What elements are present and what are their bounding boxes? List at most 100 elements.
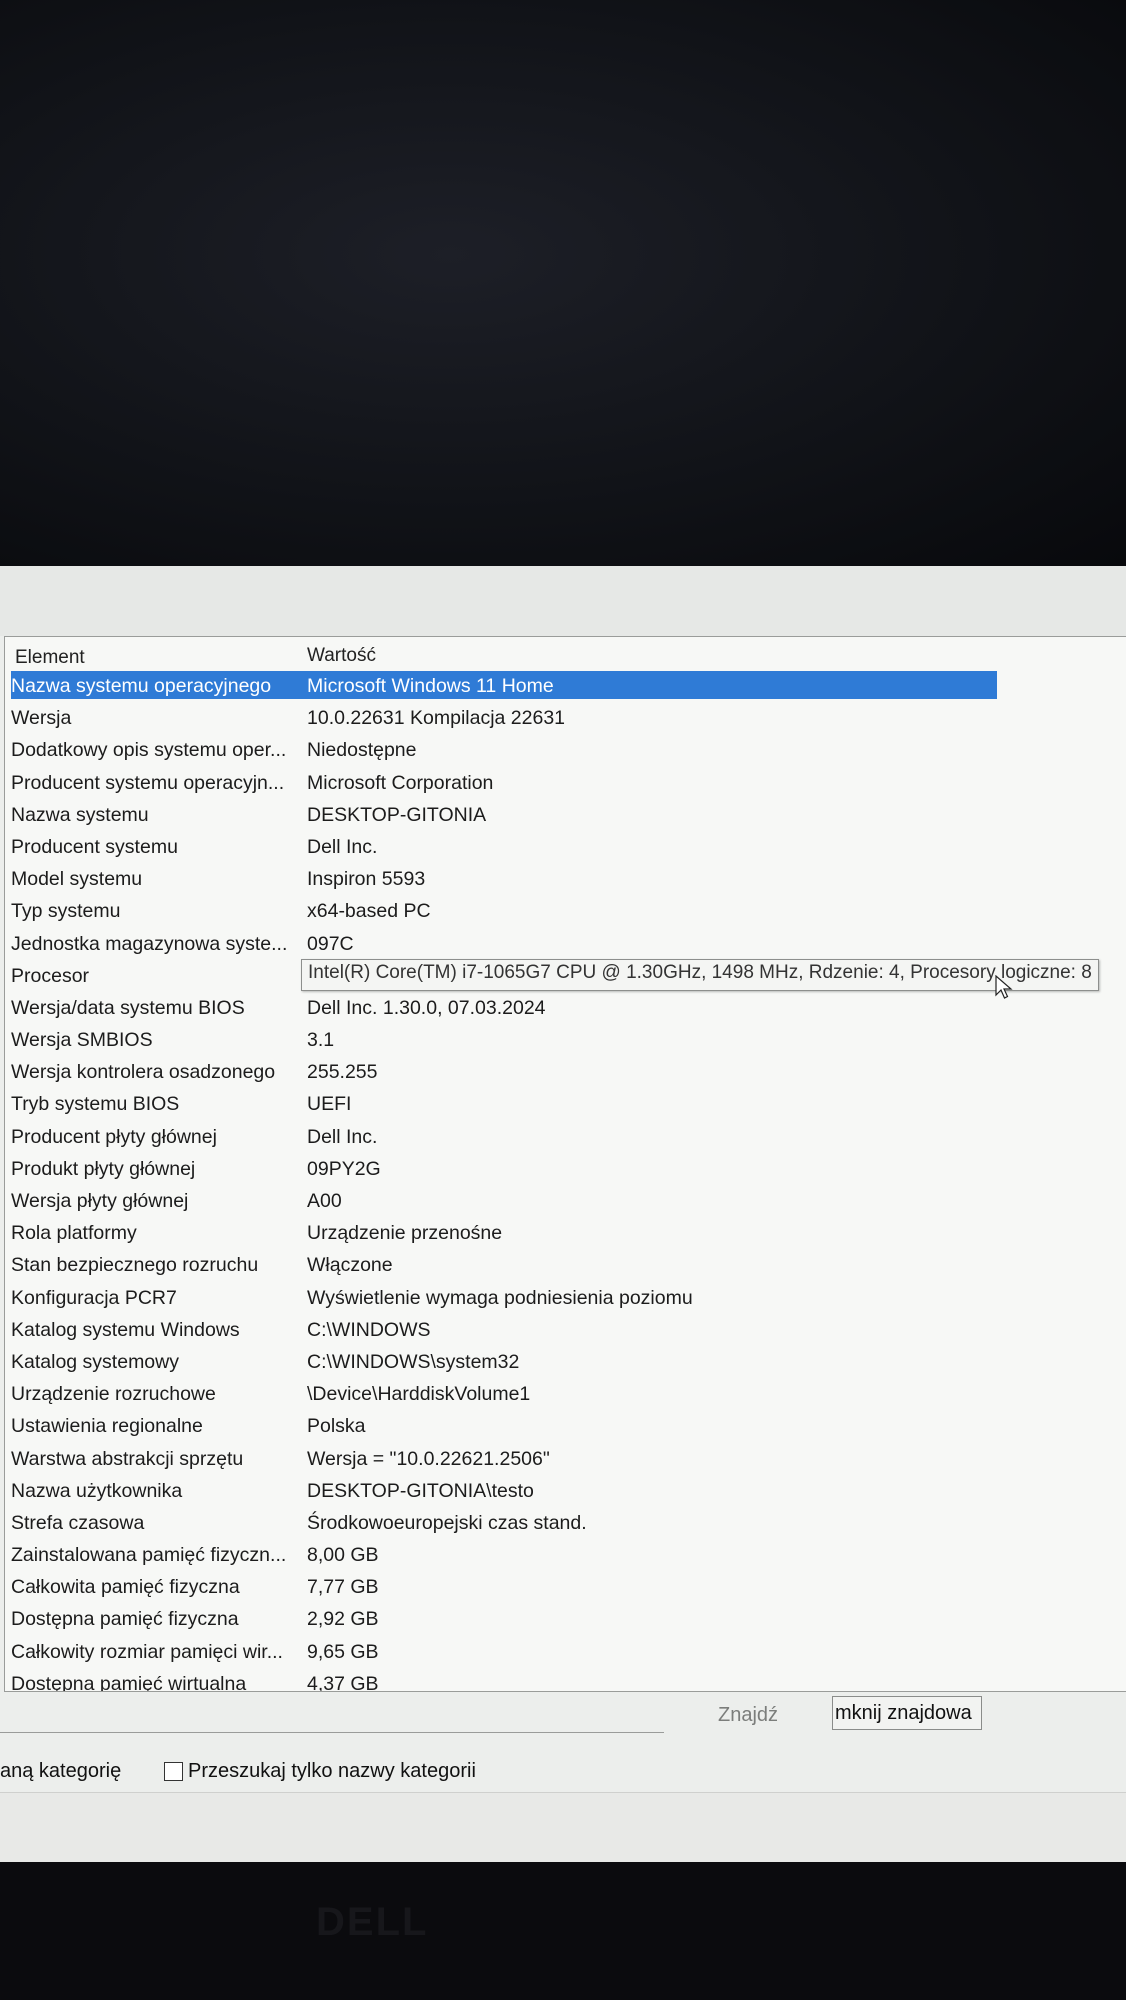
- list-row[interactable]: Całkowity rozmiar pamięci wir... 9,65 GB: [5, 1637, 1126, 1669]
- find-what-input[interactable]: [0, 1698, 664, 1733]
- row-value-tooltip: Intel(R) Core(TM) i7-1065G7 CPU @ 1.30GH…: [301, 958, 1099, 991]
- list-row[interactable]: Nazwa systemu DESKTOP-GITONIA: [5, 800, 1126, 832]
- list-row[interactable]: Producent systemu operacyjn... Microsoft …: [5, 768, 1126, 800]
- row-value: Inspiron 5593: [307, 868, 426, 891]
- row-value: x64-based PC: [307, 900, 431, 923]
- list-row[interactable]: Dodatkowy opis systemu oper... Niedostępn…: [5, 735, 1126, 767]
- row-element-name: Wersja kontrolera osadzonego: [11, 1061, 276, 1084]
- row-value: Niedostępne: [307, 739, 417, 762]
- laptop-bezel-bottom: DELL: [0, 1862, 1126, 2000]
- row-value: 097C: [307, 932, 354, 955]
- system-summary-list[interactable]: Element Wartość Nazwa systemu operacyjne…: [4, 636, 1126, 1692]
- row-value: DESKTOP-GITONIA: [307, 803, 487, 826]
- row-value: Włączone: [307, 1254, 393, 1277]
- row-value: 2,92 GB: [307, 1608, 379, 1631]
- row-element-name: Dostępna pamięć fizyczna: [11, 1608, 239, 1631]
- row-value: Dell Inc.: [307, 1125, 378, 1148]
- row-value: DESKTOP-GITONIA\testo: [307, 1479, 534, 1502]
- row-element-name: Dodatkowy opis systemu oper...: [11, 739, 287, 762]
- row-value: Microsoft Corporation: [307, 771, 494, 794]
- row-value: 4,37 GB: [307, 1672, 379, 1692]
- search-category-names-label[interactable]: Przeszukaj tylko nazwy kategorii: [188, 1760, 476, 1783]
- row-element-name: Dostępna pamięć wirtualna: [11, 1672, 247, 1692]
- list-row[interactable]: Nazwa systemu operacyjnego Microsoft Wind…: [5, 671, 1126, 703]
- row-value: 9,65 GB: [307, 1640, 379, 1663]
- list-row[interactable]: Dostępna pamięć fizyczna 2,92 GB: [5, 1604, 1126, 1636]
- list-row[interactable]: Stan bezpiecznego rozruchu Włączone: [5, 1250, 1126, 1282]
- system-information-window: Element Wartość Nazwa systemu operacyjne…: [0, 566, 1126, 1862]
- list-row[interactable]: Katalog systemowy C:\WINDOWS\system32: [5, 1347, 1126, 1379]
- list-row[interactable]: Wersja 10.0.22631 Kompilacja 22631: [5, 703, 1126, 735]
- list-header: Element Wartość: [5, 637, 1126, 669]
- row-value: C:\WINDOWS: [307, 1318, 431, 1341]
- row-element-name: Produkt płyty głównej: [11, 1157, 196, 1180]
- list-row[interactable]: Tryb systemu BIOS UEFI: [5, 1089, 1126, 1121]
- list-row[interactable]: Jednostka magazynowa syste... 097C: [5, 929, 1126, 961]
- row-element-name: Warstwa abstrakcji sprzętu: [11, 1447, 244, 1470]
- row-value: 3.1: [307, 1029, 335, 1052]
- row-value: Urządzenie przenośne: [307, 1222, 503, 1245]
- list-row[interactable]: Dostępna pamięć wirtualna 4,37 GB: [5, 1669, 1126, 1692]
- search-selected-category-label[interactable]: aną kategorię: [0, 1760, 121, 1783]
- list-row[interactable]: Warstwa abstrakcji sprzętu Wersja = "10.0…: [5, 1444, 1126, 1476]
- list-row[interactable]: Typ systemu x64-based PC: [5, 896, 1126, 928]
- row-element-name: Wersja SMBIOS: [11, 1029, 153, 1052]
- row-element-name: Nazwa systemu: [11, 803, 149, 826]
- row-value: Dell Inc.: [307, 835, 378, 858]
- row-element-name: Producent systemu: [11, 835, 178, 858]
- row-value: \Device\HarddiskVolume1: [307, 1383, 531, 1406]
- list-row[interactable]: Strefa czasowa Środkowoeuropejski czas st…: [5, 1508, 1126, 1540]
- column-header-element[interactable]: Element: [15, 647, 85, 669]
- list-row[interactable]: Urządzenie rozruchowe \Device\HarddiskVol…: [5, 1379, 1126, 1411]
- row-element-name: Model systemu: [11, 868, 143, 891]
- column-header-value[interactable]: Wartość: [307, 645, 376, 667]
- list-rows: Nazwa systemu operacyjnego Microsoft Wind…: [5, 671, 1126, 1692]
- row-value: 255.255: [307, 1061, 378, 1084]
- find-bar: Znajdź mknij znajdowa: [0, 1694, 1126, 1744]
- row-value: Wersja = "10.0.22621.2506": [307, 1447, 550, 1470]
- window-top-area: [0, 566, 1126, 636]
- list-row[interactable]: Wersja kontrolera osadzonego 255.255: [5, 1057, 1126, 1089]
- row-value: 7,77 GB: [307, 1576, 379, 1599]
- window-bottom-area: [0, 1792, 1126, 1862]
- list-row[interactable]: Całkowita pamięć fizyczna 7,77 GB: [5, 1572, 1126, 1604]
- list-row[interactable]: Wersja/data systemu BIOS Dell Inc. 1.30.0…: [5, 993, 1126, 1025]
- list-row[interactable]: Model systemu Inspiron 5593: [5, 864, 1126, 896]
- list-row[interactable]: Wersja SMBIOS 3.1: [5, 1025, 1126, 1057]
- row-element-name: Całkowita pamięć fizyczna: [11, 1576, 240, 1599]
- row-element-name: Katalog systemowy: [11, 1350, 179, 1373]
- list-row[interactable]: Ustawienia regionalne Polska: [5, 1411, 1126, 1443]
- row-element-name: Nazwa użytkownika: [11, 1479, 183, 1502]
- list-row[interactable]: Producent systemu Dell Inc.: [5, 832, 1126, 864]
- dell-logo: DELL: [316, 1900, 429, 1944]
- list-row[interactable]: Rola platformy Urządzenie przenośne: [5, 1218, 1126, 1250]
- row-element-name: Producent systemu operacyjn...: [11, 771, 285, 794]
- row-value: 10.0.22631 Kompilacja 22631: [307, 707, 566, 730]
- list-row[interactable]: Produkt płyty głównej 09PY2G: [5, 1154, 1126, 1186]
- row-value: 8,00 GB: [307, 1544, 379, 1567]
- row-element-name: Wersja płyty głównej: [11, 1190, 189, 1212]
- close-find-button[interactable]: mknij znajdowa: [832, 1696, 982, 1730]
- row-value: 09PY2G: [307, 1157, 381, 1180]
- list-row[interactable]: Wersja płyty głównej A00: [5, 1186, 1126, 1218]
- row-element-name: Jednostka magazynowa syste...: [11, 932, 288, 955]
- row-value: Microsoft Windows 11 Home: [307, 675, 554, 697]
- list-row[interactable]: Producent płyty głównej Dell Inc.: [5, 1122, 1126, 1154]
- row-element-name: Procesor: [11, 964, 90, 987]
- row-element-name: Typ systemu: [11, 900, 121, 923]
- list-row[interactable]: Zainstalowana pamięć fizyczn... 8,00 GB: [5, 1540, 1126, 1572]
- list-row[interactable]: Procesor Intel(R) Core(TM) i7-1065G7 CPU …: [5, 958, 1126, 999]
- row-element-name: Tryb systemu BIOS: [11, 1093, 180, 1116]
- row-element-name: Konfiguracja PCR7: [11, 1286, 177, 1309]
- row-element-name: Strefa czasowa: [11, 1511, 145, 1534]
- row-element-name: Całkowity rozmiar pamięci wir...: [11, 1640, 283, 1663]
- list-row[interactable]: Nazwa użytkownika DESKTOP-GITONIA\testo: [5, 1476, 1126, 1508]
- list-row[interactable]: Katalog systemu Windows C:\WINDOWS: [5, 1315, 1126, 1347]
- search-category-names-checkbox[interactable]: [164, 1762, 183, 1781]
- find-button[interactable]: Znajdź: [718, 1704, 778, 1727]
- list-row[interactable]: Konfiguracja PCR7 Wyświetlenie wymaga pod…: [5, 1283, 1126, 1315]
- laptop-bezel-top: [0, 0, 1126, 566]
- search-options-bar: aną kategorię Przeszukaj tylko nazwy kat…: [0, 1752, 1126, 1792]
- row-element-name: Ustawienia regionalne: [11, 1415, 203, 1438]
- row-value: A00: [307, 1190, 342, 1212]
